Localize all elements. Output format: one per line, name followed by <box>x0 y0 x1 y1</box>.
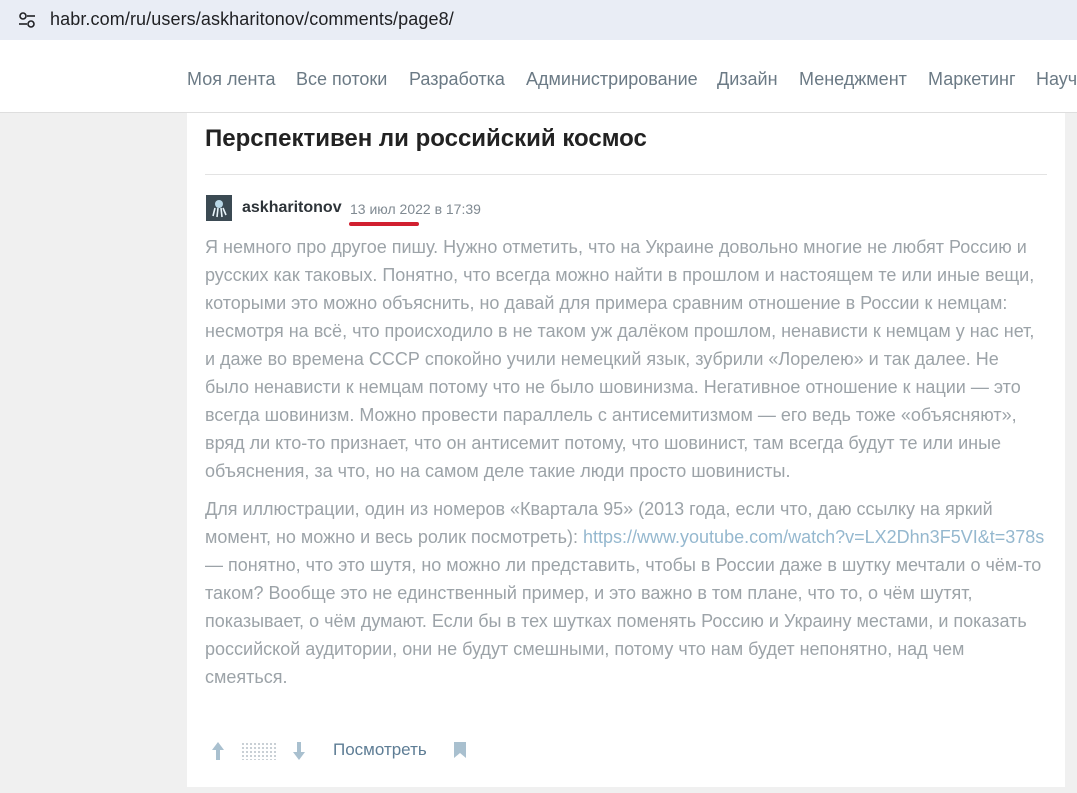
nav-item-administration[interactable]: Администрирование <box>526 69 698 90</box>
youtube-link[interactable]: https://www.youtube.com/watch?v=LX2Dhn3F… <box>583 527 1044 547</box>
url-text[interactable]: habr.com/ru/users/askharitonov/comments/… <box>50 9 454 30</box>
browser-address-bar: habr.com/ru/users/askharitonov/comments/… <box>0 0 1077 48</box>
comment-datetime[interactable]: 13 июл 2022 в 17:39 <box>350 201 481 217</box>
annotation-underline <box>349 222 419 226</box>
nav-item-marketing[interactable]: Маркетинг <box>928 69 1016 90</box>
comment-paragraph: Для иллюстрации, один из номеров «Кварта… <box>205 495 1047 691</box>
comment-author[interactable]: askharitonov <box>242 199 342 217</box>
bookmark-icon[interactable] <box>453 741 467 759</box>
comment-card: Перспективен ли российский космос askhar… <box>187 113 1065 787</box>
post-title[interactable]: Перспективен ли российский космос <box>205 125 647 153</box>
nav-item-management[interactable]: Менеджмент <box>799 69 907 90</box>
vote-score <box>241 742 277 760</box>
avatar[interactable] <box>206 195 232 221</box>
arrow-up-icon[interactable] <box>209 740 227 762</box>
nav-item-design[interactable]: Дизайн <box>717 69 778 90</box>
nav-item-my-feed[interactable]: Моя лента <box>187 69 275 90</box>
comment-text: — понятно, что это шутя, но можно ли пре… <box>205 555 1042 687</box>
arrow-down-icon[interactable] <box>290 740 308 762</box>
nav-item-science[interactable]: Науч <box>1036 69 1077 90</box>
comment-paragraph: Я немного про другое пишу. Нужно отметит… <box>205 237 1035 481</box>
view-comment-link[interactable]: Посмотреть <box>333 740 427 760</box>
nav-item-all-streams[interactable]: Все потоки <box>296 69 387 90</box>
url-field-background[interactable]: habr.com/ru/users/askharitonov/comments/… <box>0 0 1077 40</box>
comment-body: Я немного про другое пишу. Нужно отметит… <box>205 233 1047 701</box>
site-settings-icon[interactable] <box>16 9 38 31</box>
main-nav: Моя лента Все потоки Разработка Админист… <box>0 48 1077 113</box>
nav-item-development[interactable]: Разработка <box>409 69 505 90</box>
divider <box>205 174 1047 175</box>
